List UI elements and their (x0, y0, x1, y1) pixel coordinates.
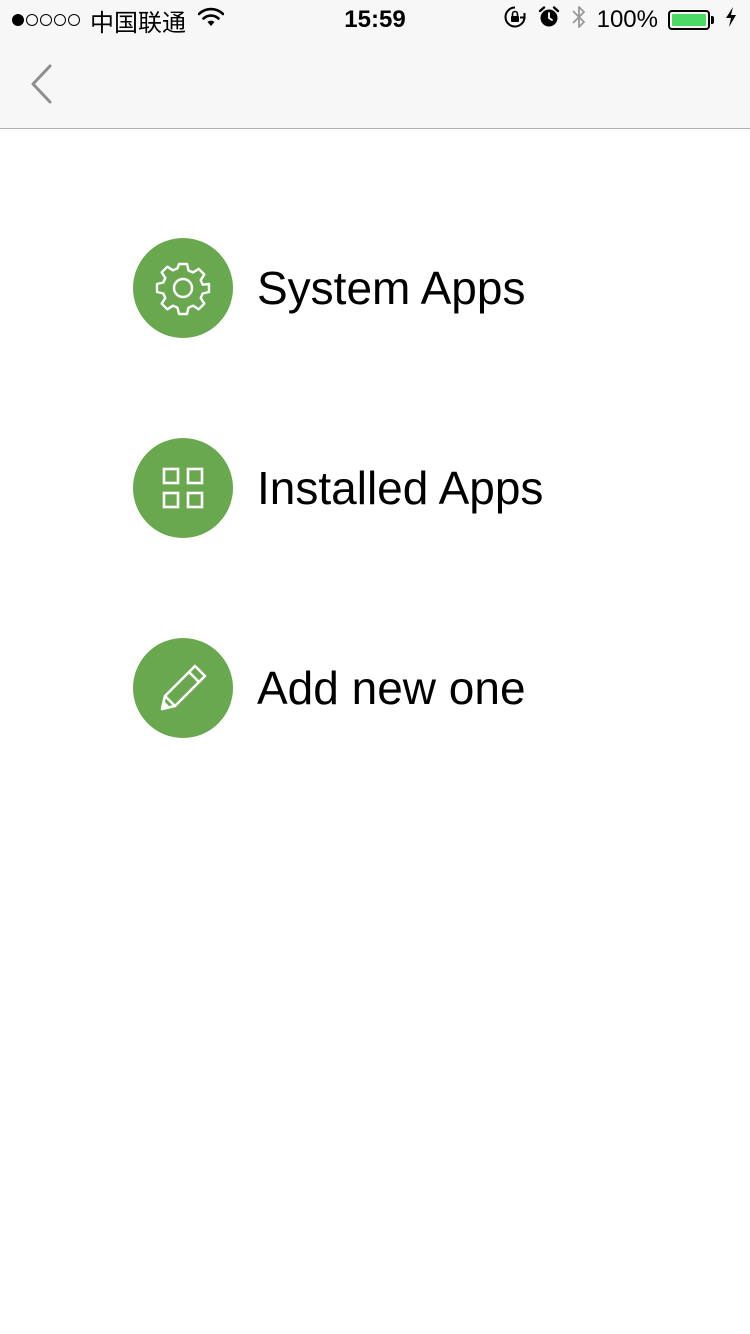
menu-item-add-new[interactable]: Add new one (133, 638, 633, 738)
charging-icon (724, 6, 738, 35)
menu-item-label: Add new one (257, 662, 526, 714)
pencil-icon (160, 664, 207, 711)
back-button[interactable] (24, 60, 64, 108)
menu-item-installed-apps[interactable]: Installed Apps (133, 438, 633, 538)
grid-icon (162, 467, 204, 509)
rotation-lock-icon (503, 5, 527, 36)
chevron-left-icon (31, 64, 52, 104)
menu-item-label: System Apps (257, 262, 526, 314)
menu-item-system-apps[interactable]: System Apps (133, 238, 633, 338)
menu-item-label: Installed Apps (257, 462, 544, 514)
status-bar: 中国联通 15:59 100% (0, 0, 750, 40)
navigation-bar (0, 40, 750, 129)
alarm-icon (537, 5, 561, 36)
battery-percent: 100% (596, 6, 658, 33)
menu-icon-circle (133, 238, 233, 338)
status-bar-right: 100% (493, 4, 738, 37)
gear-icon (155, 262, 211, 316)
battery-icon (668, 10, 714, 30)
menu-icon-circle (133, 638, 233, 738)
menu-icon-circle (133, 438, 233, 538)
bluetooth-icon (571, 4, 587, 37)
